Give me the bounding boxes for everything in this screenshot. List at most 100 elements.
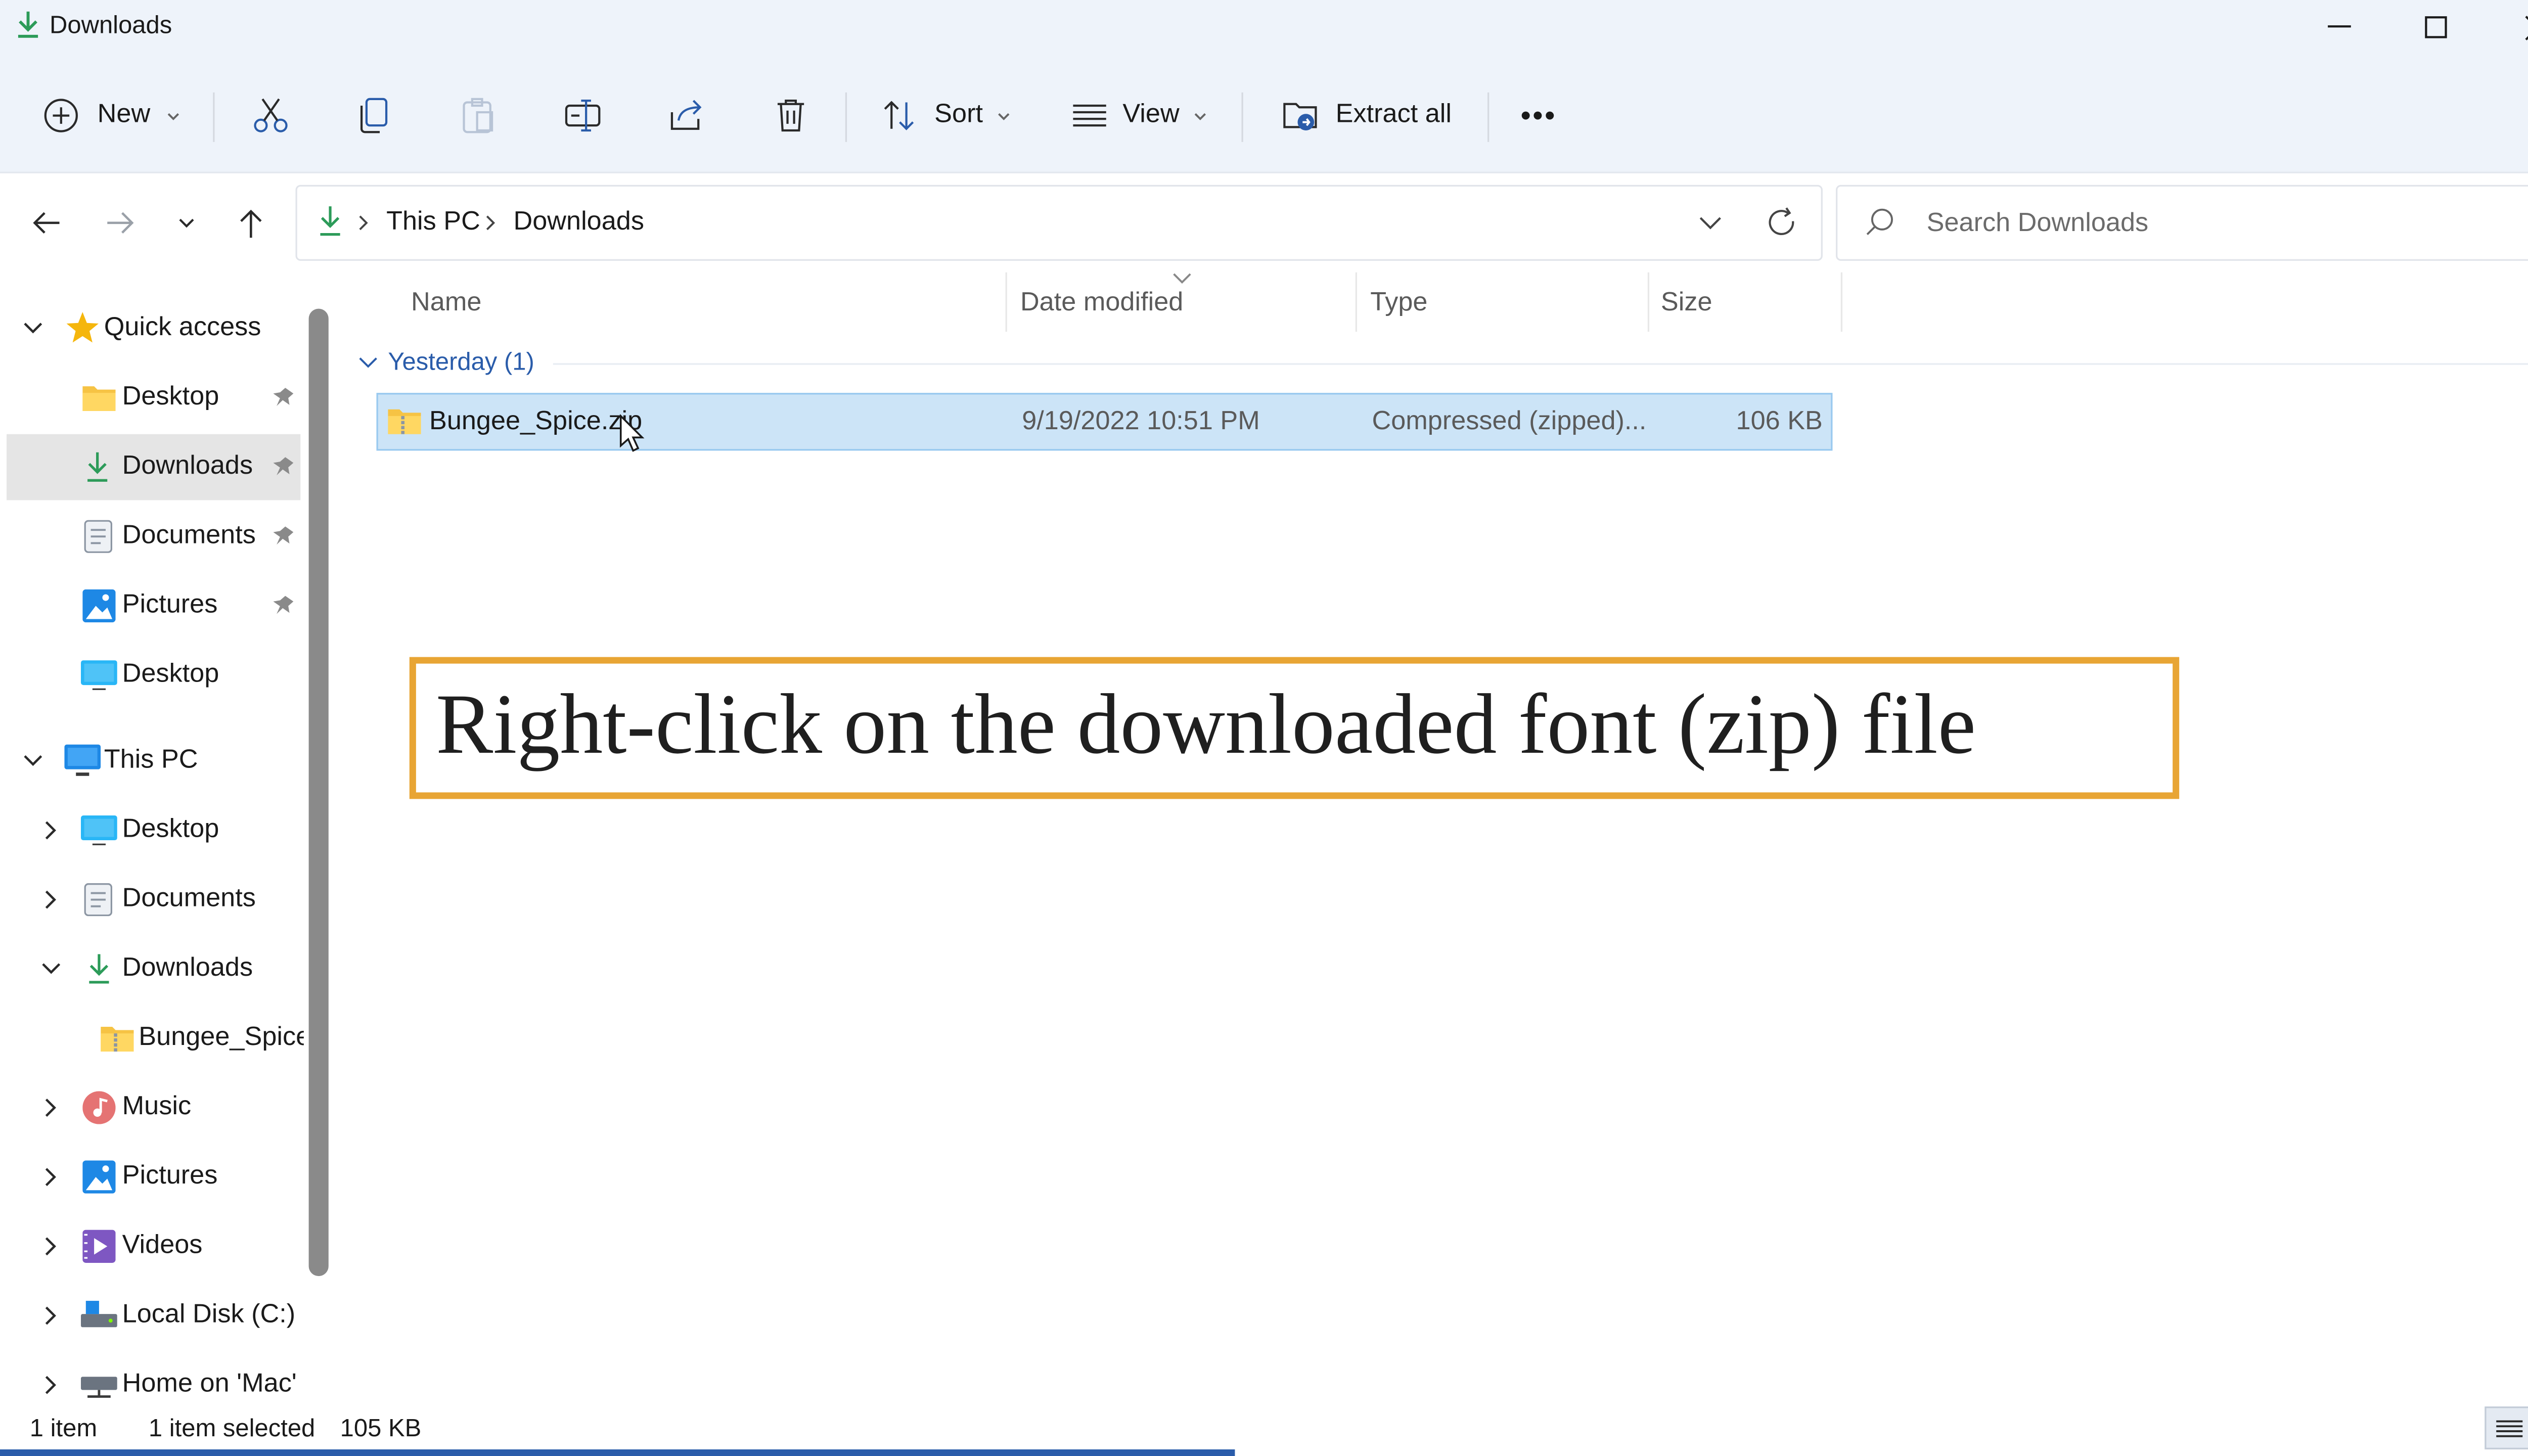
search-input[interactable] xyxy=(1923,203,2528,246)
extract-all-button[interactable]: Extract all xyxy=(1281,82,1452,149)
chevron-down-icon[interactable] xyxy=(23,751,43,771)
column-header-type[interactable]: Type xyxy=(1370,289,1427,318)
pin-icon[interactable] xyxy=(271,525,294,548)
copy-button[interactable] xyxy=(355,82,394,149)
quick-access-header[interactable]: Quick access xyxy=(0,295,300,361)
sort-button[interactable]: Sort xyxy=(880,82,1014,149)
this-pc-header[interactable]: This PC xyxy=(0,728,300,794)
more-options-button[interactable]: ••• xyxy=(1520,82,1557,149)
pictures-icon xyxy=(82,589,116,623)
column-divider[interactable] xyxy=(1355,272,1358,332)
paste-button[interactable] xyxy=(459,82,499,149)
chevron-right-icon[interactable] xyxy=(41,1098,61,1117)
up-button[interactable] xyxy=(228,200,274,246)
file-explorer-window: Downloads New Sort View Extract all ••• … xyxy=(0,0,2528,1456)
more-icon: ••• xyxy=(1520,98,1557,131)
sidebar-item-videos[interactable]: Videos xyxy=(0,1213,300,1280)
download-arrow-icon xyxy=(87,452,108,482)
maximize-button[interactable] xyxy=(2387,0,2487,56)
trash-icon xyxy=(777,100,804,132)
rename-button[interactable] xyxy=(563,82,602,149)
column-divider[interactable] xyxy=(1005,272,1007,332)
group-header-yesterday[interactable]: Yesterday (1) xyxy=(358,348,534,376)
sidebar-item-pictures[interactable]: Pictures xyxy=(0,1144,300,1210)
sidebar-item-documents[interactable]: Documents xyxy=(0,867,300,933)
details-view-button[interactable] xyxy=(2485,1406,2528,1449)
file-list: Name Date modified Type Size Yesterday (… xyxy=(338,272,2528,1403)
arrow-right-icon xyxy=(107,212,134,234)
sidebar-item-music[interactable]: Music xyxy=(0,1075,300,1141)
pictures-icon xyxy=(82,1160,116,1194)
chevron-right-icon xyxy=(486,215,495,231)
chevron-right-icon[interactable] xyxy=(41,1167,61,1187)
copy-icon xyxy=(360,98,388,133)
sidebar-scroll-thumb[interactable] xyxy=(308,308,329,1277)
breadcrumb-this-pc[interactable]: This PC xyxy=(386,208,480,238)
forward-button[interactable] xyxy=(98,200,144,246)
download-arrow-icon xyxy=(89,954,109,984)
chevron-right-icon[interactable] xyxy=(41,1375,61,1395)
column-divider[interactable] xyxy=(1647,272,1650,332)
refresh-icon[interactable] xyxy=(1767,206,1799,239)
sidebar-item-downloads-pinned[interactable]: Downloads xyxy=(7,434,301,500)
back-button[interactable] xyxy=(23,200,69,246)
sidebar-item-desktop-cloud[interactable]: Desktop xyxy=(0,642,300,708)
chevron-right-icon[interactable] xyxy=(41,1306,61,1326)
sidebar-item-network-drive[interactable]: Home on 'Mac' xyxy=(0,1352,300,1403)
arrow-up-icon xyxy=(240,209,262,238)
toolbar-divider xyxy=(1241,92,1243,142)
status-bar: 1 item 1 item selected 105 KB xyxy=(0,1403,2528,1456)
chevron-right-icon[interactable] xyxy=(41,1237,61,1256)
desktop-icon xyxy=(80,815,117,845)
star-icon xyxy=(66,312,99,343)
search-box[interactable] xyxy=(1836,185,2528,261)
address-history-chevron-icon[interactable] xyxy=(1697,210,1724,236)
breadcrumb-downloads[interactable]: Downloads xyxy=(514,208,644,238)
group-divider xyxy=(553,363,2528,365)
minimize-button[interactable] xyxy=(2290,0,2389,56)
close-button[interactable] xyxy=(2488,0,2528,56)
new-button[interactable]: New xyxy=(41,82,184,149)
zip-folder-icon xyxy=(101,1027,134,1052)
cut-button[interactable] xyxy=(251,82,290,149)
address-row: This PC Downloads xyxy=(0,173,2528,272)
file-name: Bungee_Spice.zip xyxy=(429,407,643,436)
network-drive-icon xyxy=(80,1377,117,1398)
column-header-name[interactable]: Name xyxy=(411,289,481,318)
quick-access-label: Quick access xyxy=(104,313,261,342)
pin-icon[interactable] xyxy=(271,386,294,410)
chevron-down-icon[interactable] xyxy=(23,318,43,338)
sidebar-item-bungee-spice[interactable]: Bungee_Spice xyxy=(0,1006,310,1072)
download-arrow-icon xyxy=(320,206,340,236)
computer-icon xyxy=(64,744,101,776)
navigation-pane: Quick access Desktop Downloads Documents… xyxy=(0,272,335,1403)
column-header-size[interactable]: Size xyxy=(1661,289,1712,318)
new-label: New xyxy=(97,101,151,129)
sidebar-item-desktop-pinned[interactable]: Desktop xyxy=(0,365,300,431)
music-icon xyxy=(82,1091,116,1124)
chevron-right-icon[interactable] xyxy=(41,821,61,840)
file-row-bungee-spice[interactable]: Bungee_Spice.zip 9/19/2022 10:51 PM Comp… xyxy=(376,393,1833,451)
this-pc-label: This PC xyxy=(104,746,198,775)
sidebar-item-downloads[interactable]: Downloads xyxy=(0,936,300,1002)
sidebar-item-desktop[interactable]: Desktop xyxy=(0,797,300,863)
instruction-callout: Right-click on the downloaded font (zip)… xyxy=(409,657,2180,799)
view-button[interactable]: View xyxy=(1070,82,1211,149)
pin-icon[interactable] xyxy=(271,595,294,618)
sidebar-item-pictures-pinned[interactable]: Pictures xyxy=(0,573,300,639)
chevron-down-icon[interactable] xyxy=(41,959,61,979)
delete-button[interactable] xyxy=(771,82,810,149)
share-button[interactable] xyxy=(667,82,706,149)
view-list-icon xyxy=(1073,104,1106,127)
recent-locations-button[interactable] xyxy=(163,200,209,246)
instruction-text: Right-click on the downloaded font (zip)… xyxy=(436,678,1976,773)
chevron-right-icon[interactable] xyxy=(41,890,61,909)
column-header-date-modified[interactable]: Date modified xyxy=(1020,289,1183,318)
address-bar[interactable]: This PC Downloads xyxy=(295,185,1823,261)
maximize-icon xyxy=(2425,16,2447,38)
sidebar-item-label: Downloads xyxy=(122,452,253,481)
sidebar-item-local-disk[interactable]: Local Disk (C:) xyxy=(0,1283,300,1349)
pin-icon[interactable] xyxy=(271,456,294,479)
column-divider[interactable] xyxy=(1840,272,1843,332)
sidebar-item-documents-pinned[interactable]: Documents xyxy=(0,504,300,570)
